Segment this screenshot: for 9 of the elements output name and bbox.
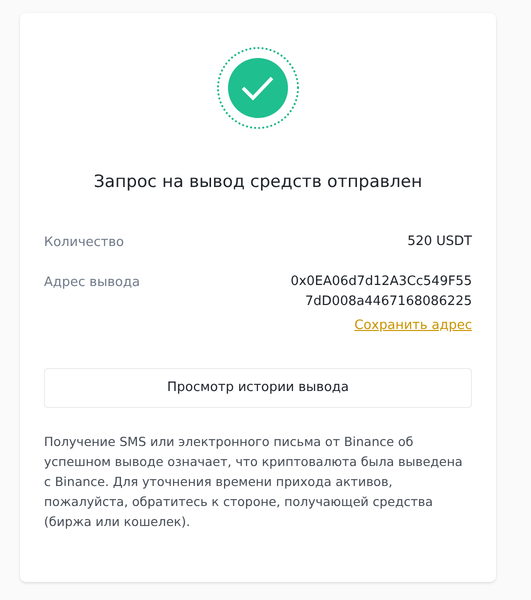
detail-label: Количество: [44, 234, 124, 252]
history-button[interactable]: Просмотр истории вывода: [44, 368, 472, 408]
title: Запрос на вывод средств отправлен: [92, 171, 424, 194]
detail-label: Адрес вывода: [44, 274, 140, 292]
success-check-icon: [216, 46, 300, 130]
detail-value: 0x0EA06d7d12A3Cc549F55: [290, 272, 472, 290]
note-text: Получение SMS или электронного письма от Binance об успешном выводе означает, что криптовалюта была выведена с Binance. Для уточнения времени прихода активов, пожалуйста, обратитесь к стороне, получающей средства (биржа или кошелек).: [44, 432, 464, 531]
detail-value: 7dD008a4467168086225: [305, 292, 472, 310]
detail-value: 520 USDT: [407, 232, 472, 250]
